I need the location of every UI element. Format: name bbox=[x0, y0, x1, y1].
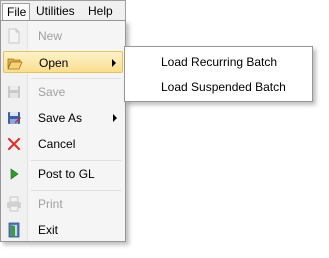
menu-separator bbox=[31, 190, 121, 191]
menu-item-new: New bbox=[3, 25, 123, 47]
submenu-item-load-suspended-batch-label: Load Suspended Batch bbox=[161, 80, 286, 94]
menu-utilities-label: Utilities bbox=[36, 4, 75, 18]
menu-separator bbox=[31, 160, 121, 161]
menu-item-save-as[interactable]: Save As bbox=[3, 107, 123, 129]
menu-item-print: Print bbox=[3, 193, 123, 215]
new-document-icon bbox=[8, 28, 20, 44]
menu-item-post-to-gl[interactable]: Post to GL bbox=[3, 163, 123, 185]
menu-item-exit-label: Exit bbox=[38, 223, 59, 237]
menu-separator bbox=[31, 78, 121, 79]
menu-file-label: File bbox=[7, 5, 27, 19]
menu-item-cancel[interactable]: Cancel bbox=[3, 133, 123, 155]
submenu-item-load-recurring-batch-label: Load Recurring Batch bbox=[161, 55, 278, 69]
file-menu-dropdown: New Open Save Save As Cancel Post to GL … bbox=[0, 20, 126, 242]
submenu-item-load-recurring-batch[interactable]: Load Recurring Batch bbox=[127, 50, 310, 74]
menu-item-cancel-label: Cancel bbox=[38, 137, 76, 151]
save-icon bbox=[8, 86, 20, 98]
save-as-icon bbox=[8, 112, 21, 124]
open-submenu: Load Recurring Batch Load Suspended Batc… bbox=[124, 46, 313, 102]
menu-item-print-label: Print bbox=[38, 197, 63, 211]
menu-item-save: Save bbox=[3, 81, 123, 103]
exit-icon bbox=[8, 222, 20, 238]
menu-help-label: Help bbox=[88, 4, 113, 18]
menu-item-exit[interactable]: Exit bbox=[3, 219, 123, 241]
menu-item-save-label: Save bbox=[38, 85, 66, 99]
submenu-item-load-suspended-batch[interactable]: Load Suspended Batch bbox=[127, 75, 310, 99]
menu-item-open-label: Open bbox=[39, 56, 69, 70]
submenu-arrow-icon bbox=[113, 114, 117, 122]
application-window: File Utilities Help New Open Save Save A… bbox=[0, 0, 329, 258]
open-folder-icon bbox=[7, 58, 23, 70]
post-icon bbox=[10, 168, 19, 180]
menu-item-save-as-label: Save As bbox=[38, 111, 83, 125]
cancel-icon bbox=[7, 137, 21, 151]
menu-utilities[interactable]: Utilities bbox=[32, 3, 82, 20]
menu-bar: File Utilities Help bbox=[0, 0, 126, 22]
menu-help[interactable]: Help bbox=[84, 3, 117, 20]
print-icon bbox=[7, 196, 21, 212]
menu-item-new-label: New bbox=[38, 29, 63, 43]
menu-item-post-to-gl-label: Post to GL bbox=[38, 167, 95, 181]
menu-item-open[interactable]: Open bbox=[3, 51, 123, 73]
submenu-arrow-icon bbox=[112, 59, 116, 67]
